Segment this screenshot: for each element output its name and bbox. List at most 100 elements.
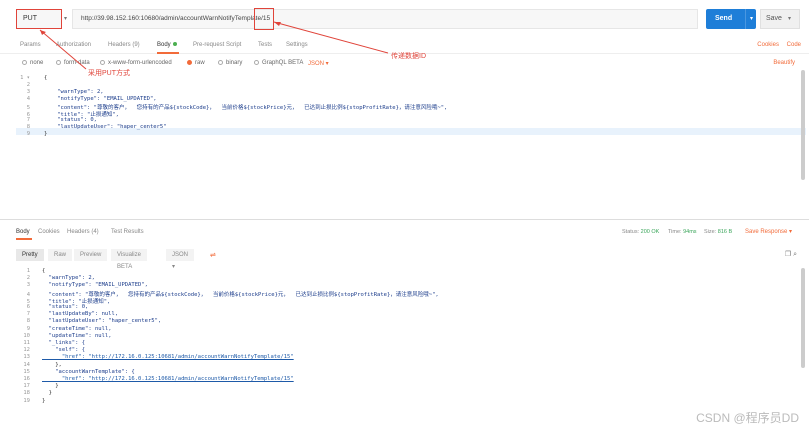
- code-line: 3 "warnType": 2,: [16, 89, 796, 96]
- code-line: 6 "title": "止损通知",: [16, 110, 796, 118]
- code-line: 1{: [16, 268, 796, 275]
- code-line: 7 "lastUpdateBy": null,: [16, 311, 796, 318]
- code-text: }: [44, 131, 48, 137]
- code-link-text[interactable]: "href": "http://172.16.0.125:10681/admin…: [42, 376, 294, 382]
- line-number: 11: [23, 340, 30, 346]
- code-line: 14 },: [16, 362, 796, 369]
- code-line: 2: [16, 82, 796, 89]
- tab-response-body[interactable]: Body: [16, 229, 30, 235]
- code-line: 13 "href": "http://172.16.0.125:10681/ad…: [16, 354, 796, 361]
- save-response-button[interactable]: Save Response ▾: [745, 228, 792, 235]
- time-label: Time:: [668, 229, 682, 235]
- line-number: 1: [26, 268, 30, 274]
- status-info: Status: 200 OK: [622, 229, 659, 235]
- line-number: 17: [23, 383, 30, 390]
- code-line: 5 "title": "止损通知",: [16, 297, 796, 305]
- code-text: "lastUpdateBy": null,: [42, 311, 119, 318]
- code-line: 9 "createTime": null,: [16, 326, 796, 333]
- response-format-select[interactable]: JSON ▾: [166, 249, 195, 270]
- pane-divider[interactable]: [0, 219, 809, 220]
- view-visualize[interactable]: Visualize BETA: [111, 249, 147, 270]
- search-icon[interactable]: ⌕: [793, 251, 797, 258]
- code-line: 19}: [16, 398, 796, 405]
- code-line: 8 "lastUpdateUser": "haper_center5": [16, 124, 796, 131]
- code-link-text[interactable]: "href": "http://172.16.0.125:10681/admin…: [42, 354, 294, 360]
- code-text: "warnType": 2,: [44, 89, 104, 95]
- line-number: 9: [26, 131, 30, 137]
- view-pretty[interactable]: Pretty: [16, 249, 44, 261]
- line-number: 8: [26, 318, 30, 325]
- code-text: "accountWarnTemplate": {: [42, 368, 135, 375]
- code-text: "self": {: [42, 347, 86, 354]
- code-text: "_links": {: [42, 340, 86, 346]
- code-text: "status": 0,: [44, 117, 97, 123]
- line-number: 4: [26, 96, 30, 102]
- code-line: 11 "_links": {: [16, 340, 796, 347]
- code-text: "warnType": 2,: [42, 275, 95, 282]
- method-arrow: [39, 29, 87, 70]
- line-number: 1 ▾: [20, 75, 30, 81]
- code-text: "lastUpdateUser": "haper_center5",: [42, 318, 162, 325]
- code-text: "createTime": null,: [42, 325, 112, 332]
- line-number: 15: [23, 368, 30, 375]
- id-arrowhead: [274, 22, 281, 26]
- code-line: 5 "content": "尊敬的客户， 您持有的产品${stockCode}，…: [16, 103, 796, 111]
- code-line: 4 "notifyType": "EMAIL_UPDATED",: [16, 96, 796, 103]
- code-text: "status": 0,: [42, 304, 89, 310]
- code-text: {: [42, 268, 46, 274]
- code-text: }: [42, 390, 52, 397]
- code-line: 18 }: [16, 390, 796, 397]
- copy-icon[interactable]: ❐: [785, 251, 791, 258]
- active-response-tab-indicator: [16, 238, 32, 240]
- status-value: 200 OK: [640, 229, 660, 235]
- line-number: 8: [26, 124, 30, 130]
- response-body-viewer[interactable]: 1{ 2 "warnType": 2, 3 "notifyType": "EMA…: [16, 266, 806, 416]
- line-number: 16: [23, 376, 30, 382]
- code-line: 16 "href": "http://172.16.0.125:10681/ad…: [16, 376, 796, 383]
- wrap-lines-icon[interactable]: ⇌: [210, 251, 216, 259]
- status-label: Status:: [622, 229, 640, 235]
- code-text: "lastUpdateUser": "haper_center5": [44, 124, 167, 130]
- response-scrollbar[interactable]: [801, 268, 805, 368]
- code-text: "updateTime": null,: [42, 332, 112, 339]
- code-line: 12 "self": {: [16, 347, 796, 354]
- size-value: 816 B: [717, 229, 733, 235]
- id-arrow: [273, 21, 389, 54]
- code-line: 4 "content": "尊敬的客户， 您持有的产品${stockCode}，…: [16, 290, 796, 298]
- code-text: {: [44, 75, 48, 81]
- line-number: 7: [26, 311, 30, 318]
- editor-scrollbar[interactable]: [801, 70, 805, 180]
- code-line: 8 "lastUpdateUser": "haper_center5",: [16, 318, 796, 325]
- tab-response-headers[interactable]: Headers (4): [67, 229, 99, 235]
- line-number: 13: [23, 354, 30, 361]
- line-number: 18: [23, 390, 30, 397]
- tab-test-results[interactable]: Test Results: [111, 229, 144, 235]
- line-number: 3: [26, 282, 30, 289]
- line-number: 2: [26, 275, 30, 282]
- size-label: Size:: [704, 229, 717, 235]
- code-line: 15 "accountWarnTemplate": {: [16, 369, 796, 376]
- request-body-editor[interactable]: 1 ▾ { 2 3 "warnType": 2, 4 "notifyType": …: [16, 72, 806, 212]
- view-preview[interactable]: Preview: [74, 249, 108, 261]
- line-number: 19: [23, 397, 30, 404]
- line-number: 2: [26, 82, 30, 88]
- code-line: 17 }: [16, 383, 796, 390]
- code-line: 2 "warnType": 2,: [16, 275, 796, 282]
- view-raw[interactable]: Raw: [48, 249, 73, 261]
- code-text: }: [42, 383, 59, 390]
- line-number: 9: [26, 325, 30, 332]
- code-text: },: [42, 361, 62, 368]
- code-line: 7 "status": 0,: [16, 117, 796, 124]
- code-text: "notifyType": "EMAIL_UPDATED",: [44, 96, 157, 102]
- response-format-label: JSON: [172, 252, 189, 258]
- time-value: 94ms: [683, 229, 697, 235]
- code-line: 3 "notifyType": "EMAIL_UPDATED",: [16, 282, 796, 289]
- save-response-label: Save Response: [745, 229, 788, 235]
- code-line: 1 ▾ {: [16, 75, 796, 82]
- size-info: Size: 816 B: [704, 229, 732, 235]
- line-number: 14: [23, 361, 30, 368]
- code-text: "notifyType": "EMAIL_UPDATED",: [42, 282, 148, 289]
- code-line: 9}: [16, 131, 796, 138]
- code-line: 10 "updateTime": null,: [16, 333, 796, 340]
- tab-response-cookies[interactable]: Cookies: [38, 229, 60, 235]
